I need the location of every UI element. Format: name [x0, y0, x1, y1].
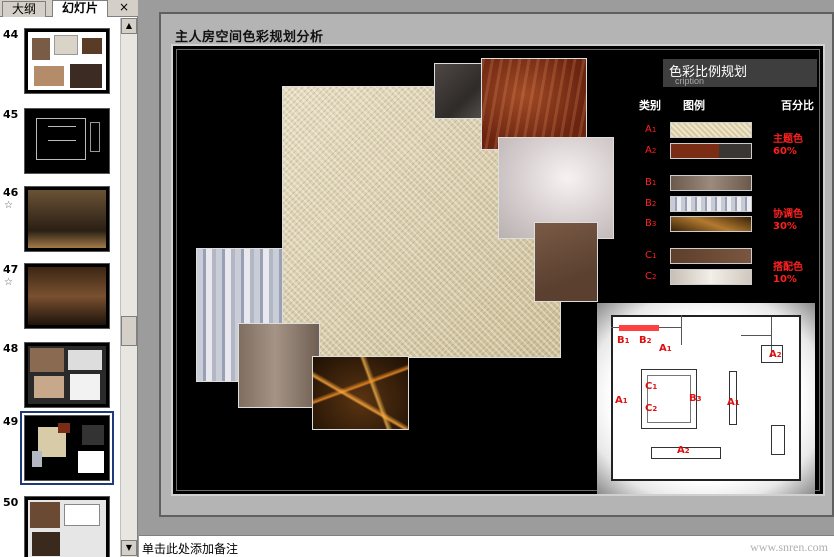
slides-pane: 大纲 幻灯片 × 44 45 46 ☆ 47 ☆ 48 49 50 ▲ ▼ [0, 0, 138, 557]
legend-swatch [670, 216, 752, 232]
plan-label: B2 [639, 335, 652, 346]
legend-code: C2 [645, 271, 657, 282]
slide-stage: 色彩比例规划 cription 类别 图例 百分比 A1 A2 B1 B2 B3… [171, 44, 825, 496]
slide-thumbnail[interactable] [24, 108, 110, 174]
floor-plan-image[interactable]: B1 B2 A1 A2 C1 A1 C2 B3 A1 A2 [597, 303, 815, 494]
legend-code: A1 [645, 124, 657, 135]
taupe-fabric-image[interactable] [238, 323, 320, 408]
powerpoint-window: 大纲 幻灯片 × 44 45 46 ☆ 47 ☆ 48 49 50 ▲ ▼ 主人… [0, 0, 834, 557]
slide-canvas[interactable]: 主人房空间色彩规划分析 色彩比例规划 cription 类别 图例 百分比 A1… [159, 12, 834, 517]
slide-number: 45 [3, 108, 19, 121]
watermark: www.snren.com [750, 540, 828, 554]
animation-star-icon: ☆ [4, 200, 13, 211]
stage-inner: 色彩比例规划 cription 类别 图例 百分比 A1 A2 B1 B2 B3… [176, 49, 820, 494]
plan-label: A1 [615, 395, 628, 406]
slide-editor: 主人房空间色彩规划分析 色彩比例规划 cription 类别 图例 百分比 A1… [139, 0, 834, 535]
slide-thumbnail[interactable] [24, 263, 110, 329]
column-sample: 图例 [683, 99, 705, 112]
group-label: 搭配色 10% [773, 262, 803, 285]
slide-title[interactable]: 主人房空间色彩规划分析 [175, 26, 324, 45]
slide-thumbnail[interactable] [24, 496, 110, 557]
amber-light-image[interactable] [312, 356, 409, 430]
slide-thumbnail[interactable] [24, 342, 110, 408]
legend-swatch [670, 248, 752, 264]
legend-swatch [670, 269, 752, 285]
plan-label: A1 [659, 343, 672, 354]
brown-suede-image[interactable] [534, 222, 598, 302]
column-category: 类别 [639, 99, 661, 112]
scroll-down-icon[interactable]: ▼ [121, 540, 137, 556]
slide-thumbnail[interactable] [24, 28, 110, 94]
legend-code: B2 [645, 198, 657, 209]
plan-label: C1 [645, 381, 658, 392]
slide-number: 50 [3, 496, 19, 509]
plan-label: B3 [689, 393, 702, 404]
plan-label: A2 [677, 445, 690, 456]
thumbnail-scrollbar[interactable]: ▲ ▼ [120, 18, 137, 557]
slide-thumbnail-selected[interactable] [20, 411, 114, 485]
legend-swatch [670, 122, 752, 138]
legend-code: A2 [645, 145, 657, 156]
tab-slides[interactable]: 幻灯片 [52, 0, 108, 17]
legend-subtitle: cription [675, 76, 705, 86]
legend-swatch [670, 196, 752, 212]
close-pane-icon[interactable]: × [117, 0, 131, 16]
slide-number: 47 [3, 263, 19, 276]
plan-label: B1 [617, 335, 630, 346]
slide-number: 48 [3, 342, 19, 355]
plan-label: C2 [645, 403, 658, 414]
legend-code: B1 [645, 177, 657, 188]
slide-number: 49 [3, 415, 19, 428]
notes-pane[interactable]: 单击此处添加备注 www.snren.com [139, 535, 834, 557]
floor-plan: B1 B2 A1 A2 C1 A1 C2 B3 A1 A2 [611, 315, 801, 481]
plan-label: A2 [769, 349, 782, 360]
legend-header[interactable]: 色彩比例规划 cription [663, 59, 817, 87]
slide-number: 46 [3, 186, 19, 199]
animation-star-icon: ☆ [4, 277, 13, 288]
pane-tab-bar: 大纲 幻灯片 × [0, 0, 138, 17]
legend-swatch [670, 175, 752, 191]
column-percent: 百分比 [781, 99, 814, 112]
plan-label: A1 [727, 397, 740, 408]
tab-outline[interactable]: 大纲 [2, 1, 46, 17]
scroll-up-icon[interactable]: ▲ [121, 18, 137, 34]
slide-number: 44 [3, 28, 19, 41]
legend-code: C1 [645, 250, 657, 261]
group-label: 协调色 30% [773, 209, 803, 232]
legend-swatch [670, 143, 752, 159]
slide-thumbnail[interactable] [24, 186, 110, 252]
notes-placeholder[interactable]: 单击此处添加备注 [142, 540, 238, 557]
scrollbar-thumb[interactable] [121, 316, 137, 346]
legend-code: B3 [645, 218, 657, 229]
slide-thumbnail-list: 44 45 46 ☆ 47 ☆ 48 49 50 [0, 18, 120, 557]
group-label: 主题色 60% [773, 134, 803, 157]
